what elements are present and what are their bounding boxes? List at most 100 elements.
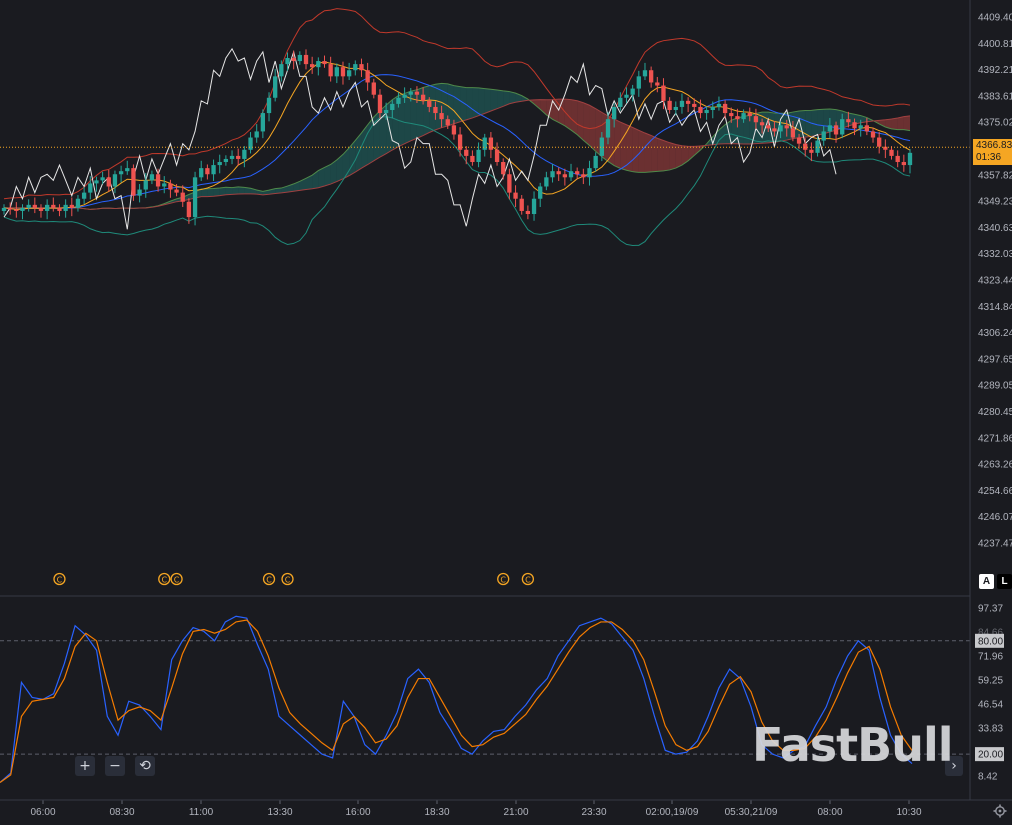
candle-body bbox=[815, 140, 820, 153]
candle-body bbox=[63, 204, 68, 211]
candle-body bbox=[69, 204, 74, 208]
candle-body bbox=[464, 149, 469, 156]
candle-body bbox=[38, 207, 44, 211]
event-marker-glyph: C bbox=[525, 576, 531, 585]
time-tick-label: 16:00 bbox=[345, 807, 370, 818]
candle-body bbox=[248, 137, 253, 150]
time-tick-label: 05:30,21/09 bbox=[725, 807, 778, 818]
fastbull-watermark: FastBull bbox=[752, 718, 953, 772]
candle-body bbox=[100, 177, 105, 181]
candle-body bbox=[710, 106, 715, 111]
price-tick-label: 4314.84 bbox=[978, 302, 1012, 313]
candle-body bbox=[279, 64, 284, 77]
price-tick-label: 4409.40 bbox=[978, 13, 1012, 24]
price-tick-label: 4383.61 bbox=[978, 91, 1012, 102]
price-tick-label: 4400.81 bbox=[978, 39, 1012, 50]
stoch-tick-label: 71.96 bbox=[978, 651, 1003, 662]
candle-body bbox=[427, 100, 432, 107]
candle-body bbox=[833, 125, 839, 135]
candle-body bbox=[562, 174, 568, 178]
zoom-out-button[interactable]: − bbox=[105, 756, 125, 776]
candle-body bbox=[211, 165, 216, 175]
stoch-level-label: 80.00 bbox=[978, 636, 1003, 647]
price-tick-label: 4375.02 bbox=[978, 118, 1012, 129]
candle-body bbox=[94, 180, 99, 184]
candle-body bbox=[476, 149, 481, 163]
candle-body bbox=[840, 119, 845, 135]
candle-body bbox=[285, 57, 290, 65]
candle-body bbox=[143, 180, 148, 190]
ichimoku-cloud-segment bbox=[632, 127, 639, 173]
candle-body bbox=[568, 171, 574, 178]
ichimoku-cloud-segment bbox=[232, 186, 239, 195]
candle-body bbox=[679, 100, 685, 107]
candle-body bbox=[753, 116, 759, 123]
time-tick-label: 21:00 bbox=[503, 807, 528, 818]
candle-body bbox=[14, 209, 19, 211]
candle-body bbox=[390, 103, 395, 111]
price-tick-label: 4349.23 bbox=[978, 197, 1012, 208]
candle-body bbox=[648, 70, 654, 83]
candle-body bbox=[501, 162, 506, 175]
candle-body bbox=[716, 103, 722, 107]
candle-body bbox=[377, 94, 383, 114]
candle-body bbox=[137, 189, 142, 196]
ichimoku-cloud-segment bbox=[410, 89, 417, 141]
zoom-in-button[interactable]: + bbox=[75, 756, 95, 776]
candle-body bbox=[217, 162, 222, 166]
ichimoku-cloud-segment bbox=[743, 115, 750, 144]
last-price-countdown: 01:36 bbox=[976, 152, 1002, 164]
ichimoku-cloud-segment bbox=[404, 91, 411, 144]
time-tick-label: 08:00 bbox=[817, 807, 842, 818]
ichimoku-cloud-segment bbox=[238, 186, 245, 195]
candle-body bbox=[901, 162, 906, 166]
candle-body bbox=[328, 64, 333, 77]
candle-body bbox=[155, 174, 161, 187]
candle-body bbox=[550, 171, 555, 178]
price-tick-label: 4289.05 bbox=[978, 381, 1012, 392]
candle-body bbox=[784, 125, 789, 129]
chart-canvas[interactable]: 4409.40 4400.81 4392.21 4383.61 4375.02 4357.… bbox=[0, 0, 1012, 825]
candle-body bbox=[513, 192, 518, 199]
ichimoku-cloud-segment bbox=[466, 87, 473, 120]
candle-body bbox=[870, 131, 876, 138]
candle-body bbox=[507, 174, 512, 193]
stoch-tick-label: 8.42 bbox=[978, 772, 998, 783]
candle-body bbox=[371, 82, 376, 95]
candle-body bbox=[470, 155, 475, 163]
ichimoku-cloud-segment bbox=[805, 110, 812, 138]
ichimoku-cloud-segment bbox=[675, 144, 682, 169]
candle-body bbox=[630, 88, 635, 95]
candle-body bbox=[445, 119, 450, 126]
candle-body bbox=[642, 70, 648, 77]
time-tick-label: 06:00 bbox=[30, 807, 55, 818]
reset-icon[interactable]: ⟲ bbox=[135, 756, 155, 776]
ichimoku-cloud-segment bbox=[497, 90, 504, 109]
price-axis[interactable]: 4409.40 4400.81 4392.21 4383.61 4375.02 4357.… bbox=[978, 13, 1012, 550]
ichimoku-cloud-segment bbox=[891, 117, 898, 130]
ichimoku-cloud-segment bbox=[638, 130, 645, 173]
candle-body bbox=[531, 198, 537, 215]
candle-body bbox=[667, 100, 672, 111]
candle-body bbox=[655, 82, 660, 86]
ichimoku-cloud-segment bbox=[490, 89, 498, 111]
candle-body bbox=[907, 152, 913, 166]
candle-body bbox=[32, 204, 37, 208]
candle-body bbox=[692, 103, 697, 107]
auto-scale-button[interactable]: A bbox=[979, 574, 994, 589]
ichimoku-cloud-segment bbox=[644, 133, 652, 173]
log-scale-button[interactable]: L bbox=[997, 574, 1012, 589]
price-tick-label: 4340.63 bbox=[978, 223, 1012, 234]
candle-body bbox=[433, 106, 438, 114]
candle-body bbox=[612, 106, 617, 120]
event-marker-glyph: C bbox=[285, 576, 291, 585]
candle-body bbox=[772, 128, 777, 132]
candle-body bbox=[149, 174, 155, 181]
candle-body bbox=[242, 149, 247, 159]
candle-body bbox=[75, 198, 81, 208]
settings-gear-icon[interactable] bbox=[993, 804, 1007, 818]
candle-body bbox=[846, 119, 851, 123]
candle-body bbox=[266, 97, 272, 114]
ichimoku-cloud-segment bbox=[657, 138, 664, 172]
candle-body bbox=[402, 94, 407, 98]
